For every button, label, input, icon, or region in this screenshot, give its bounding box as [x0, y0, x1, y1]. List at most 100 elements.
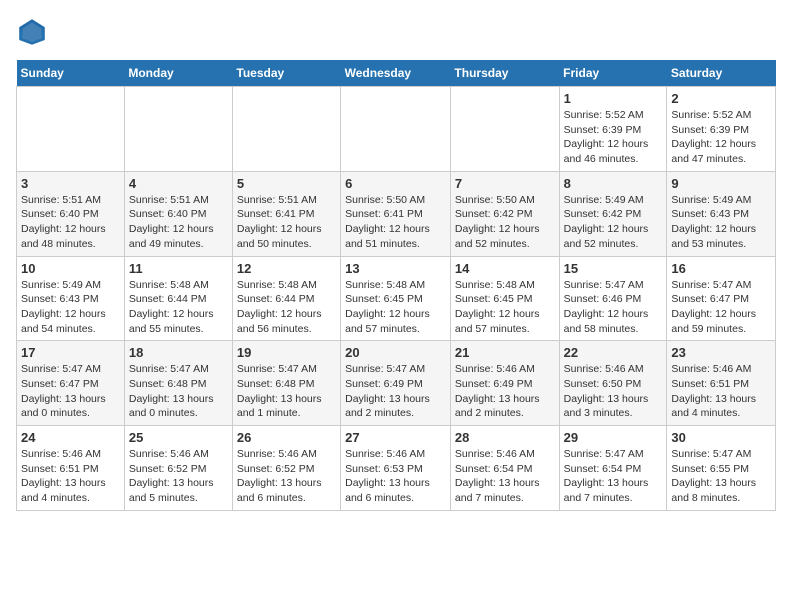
calendar-cell: 5Sunrise: 5:51 AM Sunset: 6:41 PM Daylig…	[232, 171, 340, 256]
calendar-cell	[341, 87, 451, 172]
day-info: Sunrise: 5:46 AM Sunset: 6:51 PM Dayligh…	[21, 447, 120, 506]
calendar-cell: 29 Sunrise: 5:47 AM Sunset: 6:54 PM Dayli…	[559, 426, 667, 511]
day-number: 18	[129, 345, 228, 360]
calendar-cell: 30 Sunrise: 5:47 AM Sunset: 6:55 PM Dayli…	[667, 426, 776, 511]
calendar-cell: 1Sunrise: 5:52 AM Sunset: 6:39 PM Daylig…	[559, 87, 667, 172]
day-number: 23	[671, 345, 771, 360]
calendar-body: 1 Sunrise: 5:52 AM Sunset: 6:39 PM Daylig…	[17, 87, 776, 511]
day-info: Sunrise: 5:51 AM Sunset: 6:40 PM Dayligh…	[129, 193, 228, 252]
day-number: 16	[671, 261, 771, 276]
day-number: 14	[455, 261, 555, 276]
calendar-cell: 28Sunrise: 5:46 AM Sunset: 6:54 PM Dayli…	[450, 426, 559, 511]
calendar-cell: 14 Sunrise: 5:48 AM Sunset: 6:45 PM Dayli…	[450, 256, 559, 341]
weekday-header-tuesday: Tuesday	[232, 60, 340, 87]
calendar-table: SundayMondayTuesdayWednesdayThursdayFrid…	[16, 60, 776, 511]
day-info: Sunrise: 5:49 AM Sunset: 6:43 PM Dayligh…	[671, 193, 771, 252]
day-info: Sunrise: 5:47 AM Sunset: 6:46 PM Dayligh…	[564, 278, 663, 337]
day-number: 20	[345, 345, 446, 360]
day-number: 19	[237, 345, 336, 360]
logo	[16, 16, 52, 48]
day-info: Sunrise: 5:46 AM Sunset: 6:52 PM Dayligh…	[237, 447, 336, 506]
calendar-cell: 27 Sunrise: 5:46 AM Sunset: 6:53 PM Dayli…	[341, 426, 451, 511]
day-info: Sunrise: 5:50 AM Sunset: 6:41 PM Dayligh…	[345, 193, 446, 252]
logo-icon	[16, 16, 48, 48]
day-number: 8	[564, 176, 663, 191]
day-number: 17	[21, 345, 120, 360]
day-info: Sunrise: 5:51 AM Sunset: 6:41 PM Dayligh…	[237, 193, 336, 252]
calendar-cell	[17, 87, 125, 172]
day-info: Sunrise: 5:52 AM Sunset: 6:39 PM Dayligh…	[671, 108, 771, 167]
day-number: 9	[671, 176, 771, 191]
calendar-cell: 16 Sunrise: 5:47 AM Sunset: 6:47 PM Dayli…	[667, 256, 776, 341]
calendar-cell: 8 Sunrise: 5:49 AM Sunset: 6:42 PM Daylig…	[559, 171, 667, 256]
calendar-cell: 12Sunrise: 5:48 AM Sunset: 6:44 PM Dayli…	[232, 256, 340, 341]
week-row-0: 1 Sunrise: 5:52 AM Sunset: 6:39 PM Daylig…	[17, 87, 776, 172]
day-info: Sunrise: 5:46 AM Sunset: 6:49 PM Dayligh…	[455, 362, 555, 421]
calendar-cell: 13Sunrise: 5:48 AM Sunset: 6:45 PM Dayli…	[341, 256, 451, 341]
calendar-cell: 17 Sunrise: 5:47 AM Sunset: 6:47 PM Dayli…	[17, 341, 125, 426]
weekday-header-monday: Monday	[124, 60, 232, 87]
calendar-cell	[450, 87, 559, 172]
day-number: 24	[21, 430, 120, 445]
day-info: Sunrise: 5:46 AM Sunset: 6:53 PM Dayligh…	[345, 447, 446, 506]
calendar-cell: 9 Sunrise: 5:49 AM Sunset: 6:43 PM Daylig…	[667, 171, 776, 256]
day-number: 3	[21, 176, 120, 191]
day-number: 4	[129, 176, 228, 191]
day-info: Sunrise: 5:49 AM Sunset: 6:43 PM Dayligh…	[21, 278, 120, 337]
calendar-cell: 18 Sunrise: 5:47 AM Sunset: 6:48 PM Dayli…	[124, 341, 232, 426]
day-info: Sunrise: 5:46 AM Sunset: 6:52 PM Dayligh…	[129, 447, 228, 506]
day-info: Sunrise: 5:47 AM Sunset: 6:48 PM Dayligh…	[129, 362, 228, 421]
calendar-cell	[232, 87, 340, 172]
calendar-cell: 2Sunrise: 5:52 AM Sunset: 6:39 PM Daylig…	[667, 87, 776, 172]
weekday-header-thursday: Thursday	[450, 60, 559, 87]
day-info: Sunrise: 5:50 AM Sunset: 6:42 PM Dayligh…	[455, 193, 555, 252]
calendar-cell: 7 Sunrise: 5:50 AM Sunset: 6:42 PM Daylig…	[450, 171, 559, 256]
day-info: Sunrise: 5:48 AM Sunset: 6:45 PM Dayligh…	[455, 278, 555, 337]
calendar-cell: 21 Sunrise: 5:46 AM Sunset: 6:49 PM Dayli…	[450, 341, 559, 426]
day-number: 22	[564, 345, 663, 360]
day-number: 29	[564, 430, 663, 445]
day-info: Sunrise: 5:47 AM Sunset: 6:54 PM Dayligh…	[564, 447, 663, 506]
week-row-4: 24 Sunrise: 5:46 AM Sunset: 6:51 PM Dayli…	[17, 426, 776, 511]
calendar-cell: 19 Sunrise: 5:47 AM Sunset: 6:48 PM Dayli…	[232, 341, 340, 426]
calendar-cell: 3Sunrise: 5:51 AM Sunset: 6:40 PM Daylig…	[17, 171, 125, 256]
calendar-header: SundayMondayTuesdayWednesdayThursdayFrid…	[17, 60, 776, 87]
day-number: 11	[129, 261, 228, 276]
day-info: Sunrise: 5:47 AM Sunset: 6:55 PM Dayligh…	[671, 447, 771, 506]
day-number: 28	[455, 430, 555, 445]
calendar-cell: 11 Sunrise: 5:48 AM Sunset: 6:44 PM Dayli…	[124, 256, 232, 341]
day-info: Sunrise: 5:48 AM Sunset: 6:44 PM Dayligh…	[237, 278, 336, 337]
calendar-cell: 26 Sunrise: 5:46 AM Sunset: 6:52 PM Dayli…	[232, 426, 340, 511]
day-number: 30	[671, 430, 771, 445]
calendar-cell: 25 Sunrise: 5:46 AM Sunset: 6:52 PM Dayli…	[124, 426, 232, 511]
day-number: 1	[564, 91, 663, 106]
day-info: Sunrise: 5:47 AM Sunset: 6:47 PM Dayligh…	[21, 362, 120, 421]
day-info: Sunrise: 5:46 AM Sunset: 6:51 PM Dayligh…	[671, 362, 771, 421]
calendar-cell: 24 Sunrise: 5:46 AM Sunset: 6:51 PM Dayli…	[17, 426, 125, 511]
calendar-cell: 6Sunrise: 5:50 AM Sunset: 6:41 PM Daylig…	[341, 171, 451, 256]
day-number: 7	[455, 176, 555, 191]
day-number: 25	[129, 430, 228, 445]
day-info: Sunrise: 5:47 AM Sunset: 6:48 PM Dayligh…	[237, 362, 336, 421]
day-number: 26	[237, 430, 336, 445]
day-info: Sunrise: 5:46 AM Sunset: 6:50 PM Dayligh…	[564, 362, 663, 421]
calendar-cell: 23 Sunrise: 5:46 AM Sunset: 6:51 PM Dayli…	[667, 341, 776, 426]
calendar-cell: 4 Sunrise: 5:51 AM Sunset: 6:40 PM Daylig…	[124, 171, 232, 256]
day-number: 10	[21, 261, 120, 276]
day-number: 27	[345, 430, 446, 445]
weekday-header-wednesday: Wednesday	[341, 60, 451, 87]
weekday-header-saturday: Saturday	[667, 60, 776, 87]
day-info: Sunrise: 5:48 AM Sunset: 6:44 PM Dayligh…	[129, 278, 228, 337]
weekday-header-row: SundayMondayTuesdayWednesdayThursdayFrid…	[17, 60, 776, 87]
calendar-cell: 15Sunrise: 5:47 AM Sunset: 6:46 PM Dayli…	[559, 256, 667, 341]
day-info: Sunrise: 5:48 AM Sunset: 6:45 PM Dayligh…	[345, 278, 446, 337]
day-info: Sunrise: 5:49 AM Sunset: 6:42 PM Dayligh…	[564, 193, 663, 252]
calendar-cell: 10 Sunrise: 5:49 AM Sunset: 6:43 PM Dayli…	[17, 256, 125, 341]
weekday-header-friday: Friday	[559, 60, 667, 87]
calendar-cell	[124, 87, 232, 172]
day-info: Sunrise: 5:47 AM Sunset: 6:47 PM Dayligh…	[671, 278, 771, 337]
week-row-1: 3 Sunrise: 5:51 AM Sunset: 6:40 PM Daylig…	[17, 171, 776, 256]
week-row-3: 17 Sunrise: 5:47 AM Sunset: 6:47 PM Dayli…	[17, 341, 776, 426]
calendar-cell: 22 Sunrise: 5:46 AM Sunset: 6:50 PM Dayli…	[559, 341, 667, 426]
day-number: 21	[455, 345, 555, 360]
